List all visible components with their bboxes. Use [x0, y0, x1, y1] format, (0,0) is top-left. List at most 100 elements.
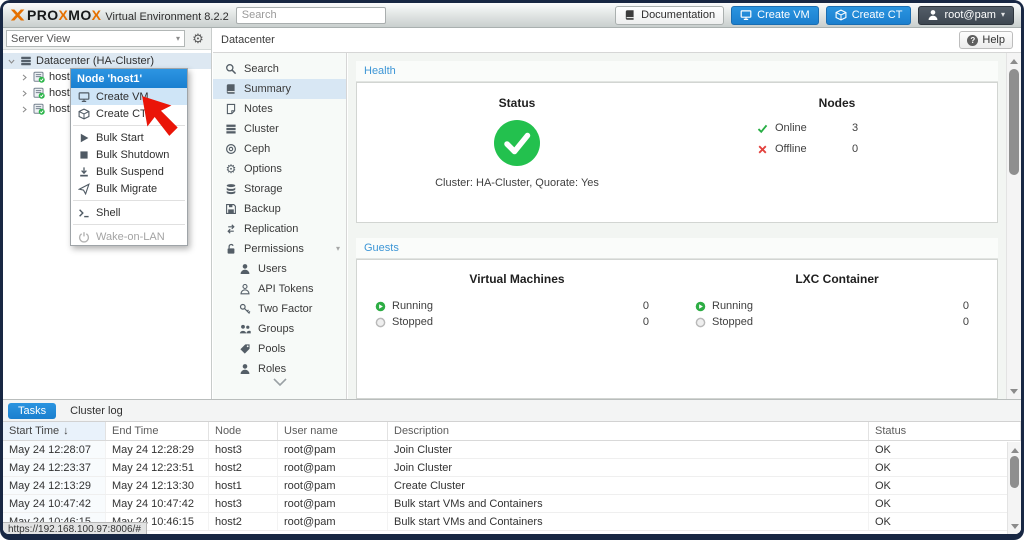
ct-running-row: Running 0: [677, 298, 997, 314]
nav-item-cluster[interactable]: Cluster: [213, 119, 346, 139]
task-row[interactable]: May 24 10:46:15May 24 10:46:15host2root@…: [3, 513, 1021, 531]
brand-text: PROXMOX: [27, 7, 101, 23]
nav-item-backup[interactable]: Backup: [213, 199, 346, 219]
tasks-tabbar: Tasks Cluster log: [3, 400, 1021, 422]
gear-icon: ⚙: [192, 31, 204, 47]
help-button[interactable]: ? Help: [959, 31, 1013, 49]
tab-tasks[interactable]: Tasks: [8, 403, 56, 419]
global-search-input[interactable]: [236, 7, 386, 24]
expander-collapsed-icon[interactable]: [20, 89, 29, 98]
ceph-icon: [225, 143, 237, 155]
column-header-user-name[interactable]: User name: [278, 422, 388, 440]
user-icon: [927, 9, 939, 21]
nav-item-ceph[interactable]: Ceph: [213, 139, 346, 159]
sort-desc-icon: ↓: [63, 425, 69, 437]
expander-expanded-icon[interactable]: [7, 57, 16, 66]
roles-icon: [239, 363, 251, 375]
task-row[interactable]: May 24 12:28:07May 24 12:28:29host3root@…: [3, 441, 1021, 459]
app-window: PROXMOX Virtual Environment 8.2.2 Docume…: [0, 0, 1024, 540]
create-vm-button[interactable]: Create VM: [731, 6, 819, 25]
backup-icon: [225, 203, 237, 215]
column-header-start-time[interactable]: Start Time↓: [3, 422, 106, 440]
nav-item-two-factor[interactable]: Two Factor: [213, 299, 346, 319]
nav-item-groups[interactable]: Groups: [213, 319, 346, 339]
suspend-icon: [78, 166, 90, 178]
column-header-node[interactable]: Node: [209, 422, 278, 440]
proxmox-app: PROXMOX Virtual Environment 8.2.2 Docume…: [3, 3, 1021, 534]
nav-item-pools[interactable]: Pools: [213, 339, 346, 359]
search-icon: [225, 63, 237, 75]
play-icon: [78, 132, 90, 144]
x-icon: [757, 144, 768, 155]
task-row[interactable]: May 24 12:23:37May 24 12:23:51host2root@…: [3, 459, 1021, 477]
menu-separator: [73, 224, 185, 225]
storage-icon: [225, 183, 237, 195]
nav-scroll-down[interactable]: [213, 377, 346, 399]
documentation-button[interactable]: Documentation: [615, 6, 724, 25]
expander-collapsed-icon[interactable]: [20, 105, 29, 114]
nav-item-notes[interactable]: Notes: [213, 99, 346, 119]
menu-item-shell[interactable]: Shell: [71, 204, 187, 221]
create-ct-button[interactable]: Create CT: [826, 6, 912, 25]
column-header-end-time[interactable]: End Time: [106, 422, 209, 440]
stop-circle-icon: [375, 317, 386, 328]
book-icon: [624, 9, 636, 21]
tree-toolbar: Server View ▾ ⚙: [3, 28, 211, 50]
expander-collapsed-icon[interactable]: [20, 73, 29, 82]
scrollbar-thumb[interactable]: [1009, 69, 1019, 175]
collapse-icon[interactable]: ▾: [336, 245, 340, 253]
nav-item-search[interactable]: Search: [213, 59, 346, 79]
scroll-down-arrow[interactable]: [1008, 520, 1021, 532]
nav-item-summary[interactable]: Summary: [213, 79, 346, 99]
cube-icon: [835, 9, 847, 21]
nav-item-api-tokens[interactable]: API Tokens: [213, 279, 346, 299]
nav-item-replication[interactable]: Replication: [213, 219, 346, 239]
pointer-arrow: [139, 93, 185, 139]
nav-item-storage[interactable]: Storage: [213, 179, 346, 199]
power-icon: [78, 231, 90, 243]
column-header-description[interactable]: Description: [388, 422, 869, 440]
terminal-icon: [78, 207, 90, 219]
nav-item-users[interactable]: Users: [213, 259, 346, 279]
nav-item-roles[interactable]: Roles: [213, 359, 346, 379]
tree-node-datacenter[interactable]: Datacenter (HA-Cluster): [3, 53, 211, 69]
tasks-scrollbar[interactable]: [1007, 442, 1021, 534]
vm-running-row: Running 0: [357, 298, 677, 314]
menu-separator: [73, 200, 185, 201]
column-header-status[interactable]: Status: [869, 422, 1021, 440]
node-online-icon: [33, 103, 45, 115]
tab-cluster-log[interactable]: Cluster log: [60, 403, 133, 419]
task-row[interactable]: May 24 12:13:29May 24 12:13:30host1root@…: [3, 477, 1021, 495]
menu-item-bulk-suspend[interactable]: Bulk Suspend: [71, 163, 187, 180]
replication-icon: [225, 223, 237, 235]
scroll-down-arrow[interactable]: [1007, 385, 1021, 397]
health-status-column: Status Cluster: HA-Cluster, Quorate: Yes: [357, 83, 677, 222]
menu-item-bulk-shutdown[interactable]: Bulk Shutdown: [71, 146, 187, 163]
cluster-status-text: Cluster: HA-Cluster, Quorate: Yes: [435, 177, 599, 189]
monitor-icon: [740, 9, 752, 21]
play-circle-icon: [375, 301, 386, 312]
main-scrollbar[interactable]: [1006, 53, 1021, 399]
play-circle-icon: [695, 301, 706, 312]
nodes-online-row: Online 3: [757, 122, 917, 134]
view-selector[interactable]: Server View ▾: [6, 30, 185, 47]
gear-icon: ⚙: [225, 163, 237, 175]
task-row[interactable]: May 24 10:47:42May 24 10:47:42host3root@…: [3, 495, 1021, 513]
nodes-offline-row: Offline 0: [757, 143, 917, 155]
node-online-icon: [33, 71, 45, 83]
note-icon: [225, 103, 237, 115]
nav-item-permissions[interactable]: Permissions▾: [213, 239, 346, 259]
menu-item-bulk-migrate[interactable]: Bulk Migrate: [71, 180, 187, 197]
scrollbar-thumb[interactable]: [1010, 456, 1019, 488]
health-panel: Status Cluster: HA-Cluster, Quorate: Yes…: [356, 82, 998, 223]
cluster-ok-icon: [494, 120, 540, 166]
tree-settings-button[interactable]: ⚙: [188, 30, 208, 48]
chevron-down-icon: ▾: [176, 35, 180, 43]
nav-item-options[interactable]: ⚙Options: [213, 159, 346, 179]
scroll-up-arrow[interactable]: [1007, 55, 1021, 67]
summary-panel: Health Status Cluster: HA-Cluster, Quora…: [348, 53, 1006, 399]
guests-section-header: Guests: [356, 238, 998, 259]
cluster-icon: [225, 123, 237, 135]
user-menu-button[interactable]: root@pam ▾: [918, 6, 1014, 25]
scroll-up-arrow[interactable]: [1008, 444, 1021, 456]
